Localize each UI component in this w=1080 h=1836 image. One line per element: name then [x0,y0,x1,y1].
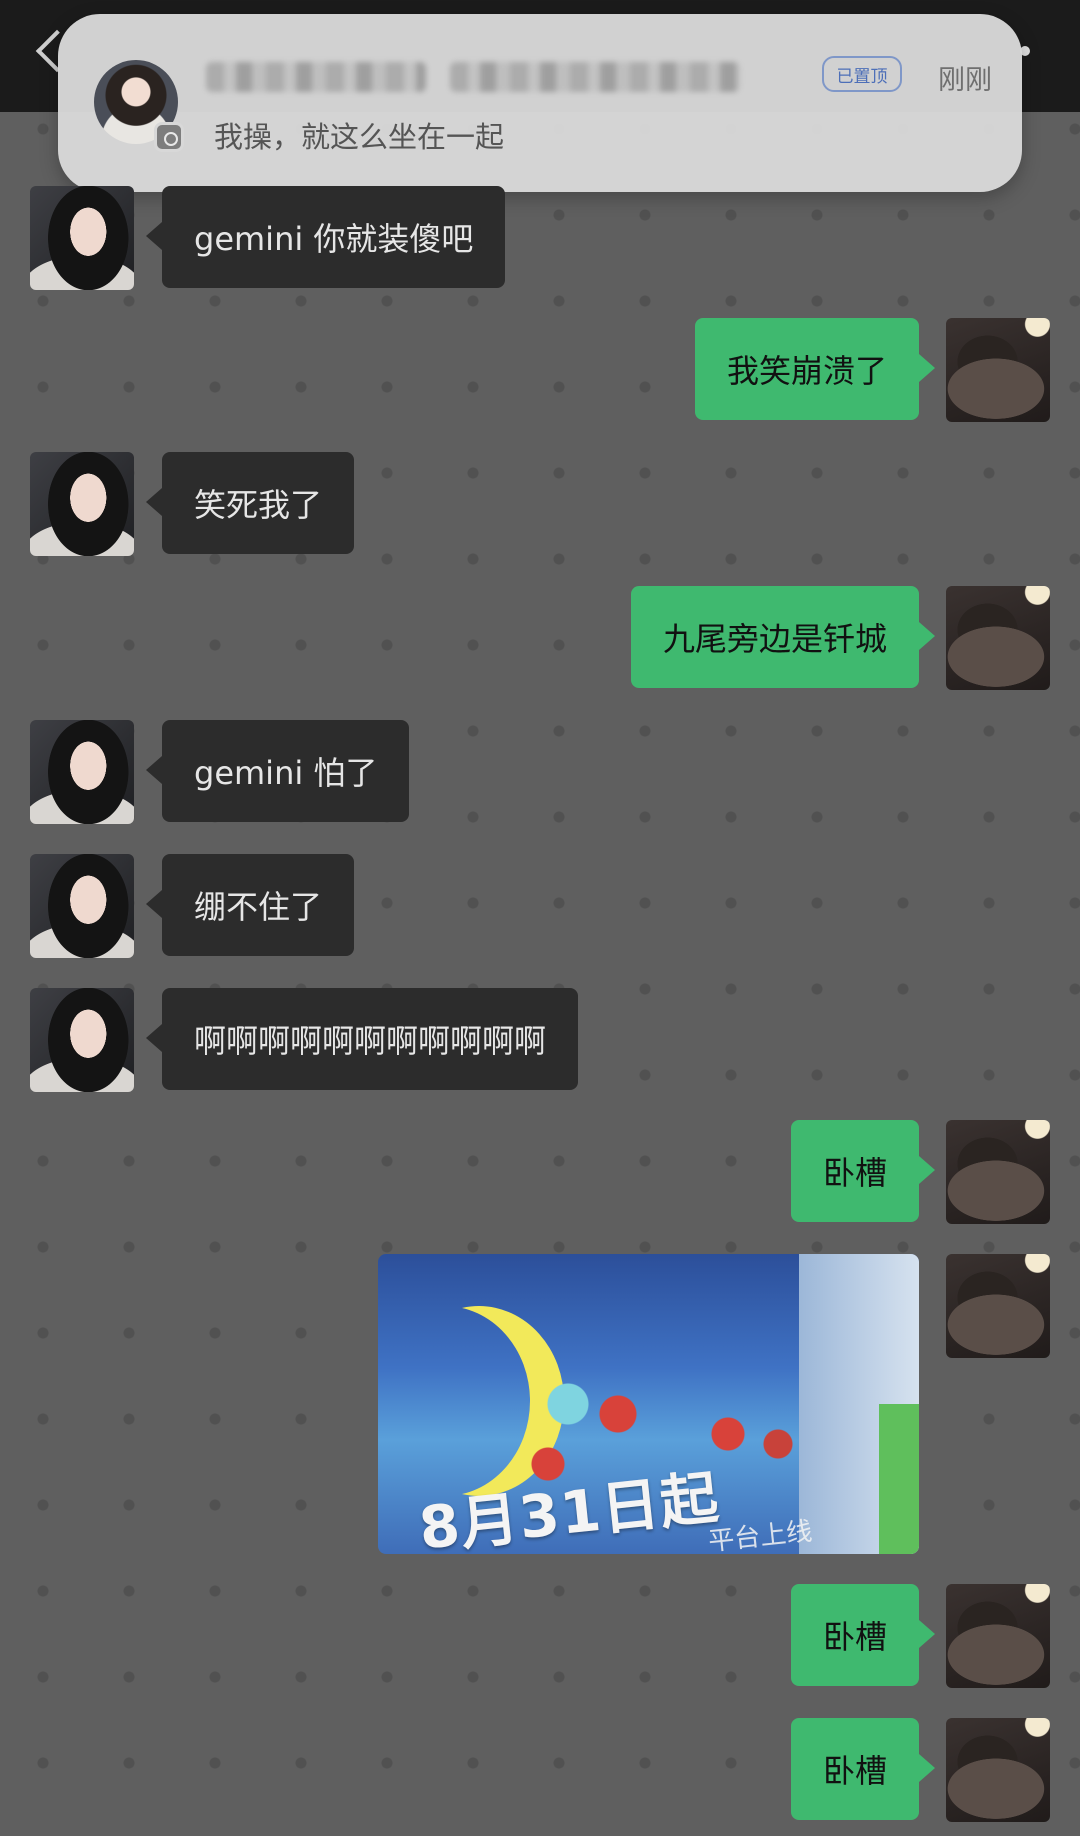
image-subcaption: 平台上线 [706,1516,814,1554]
contact-avatar[interactable] [30,452,134,556]
incoming-message-bubble[interactable]: gemini 你就装傻吧 [145,186,506,288]
self-avatar[interactable] [946,1120,1050,1224]
image-decoration [879,1404,919,1554]
contact-avatar[interactable] [30,186,134,290]
contact-avatar[interactable] [30,854,134,958]
outgoing-message-bubble[interactable]: 我笑崩溃了 [694,318,936,420]
notification-banner[interactable]: 已置顶 刚刚 我操，就这么坐在一起 [58,14,1022,192]
self-avatar[interactable] [946,1584,1050,1688]
incoming-message-bubble[interactable]: 笑死我了 [145,452,355,554]
pinned-badge: 已置顶 [822,56,902,92]
outgoing-message-bubble[interactable]: 卧槽 [790,1718,936,1820]
notification-message: 我操，就这么坐在一起 [214,120,505,154]
contact-avatar[interactable] [30,988,134,1092]
self-avatar[interactable] [946,586,1050,690]
incoming-message-bubble[interactable]: gemini 怕了 [145,720,410,822]
self-avatar[interactable] [946,318,1050,422]
outgoing-message-bubble[interactable]: 九尾旁边是钎城 [630,586,936,688]
image-message[interactable]: 8月31日起 平台上线 [378,1254,919,1554]
outgoing-message-bubble[interactable]: 卧槽 [790,1584,936,1686]
blurred-sender-name [450,62,740,92]
incoming-message-bubble[interactable]: 绷不住了 [145,854,355,956]
app-badge-icon [154,122,184,152]
self-avatar[interactable] [946,1718,1050,1822]
contact-avatar[interactable] [30,720,134,824]
outgoing-message-bubble[interactable]: 卧槽 [790,1120,936,1222]
notification-time: 刚刚 [938,65,992,96]
blurred-sender-name [206,62,426,92]
self-avatar[interactable] [946,1254,1050,1358]
moon-shape [378,1306,530,1496]
incoming-message-bubble[interactable]: 啊啊啊啊啊啊啊啊啊啊啊 [145,988,579,1090]
